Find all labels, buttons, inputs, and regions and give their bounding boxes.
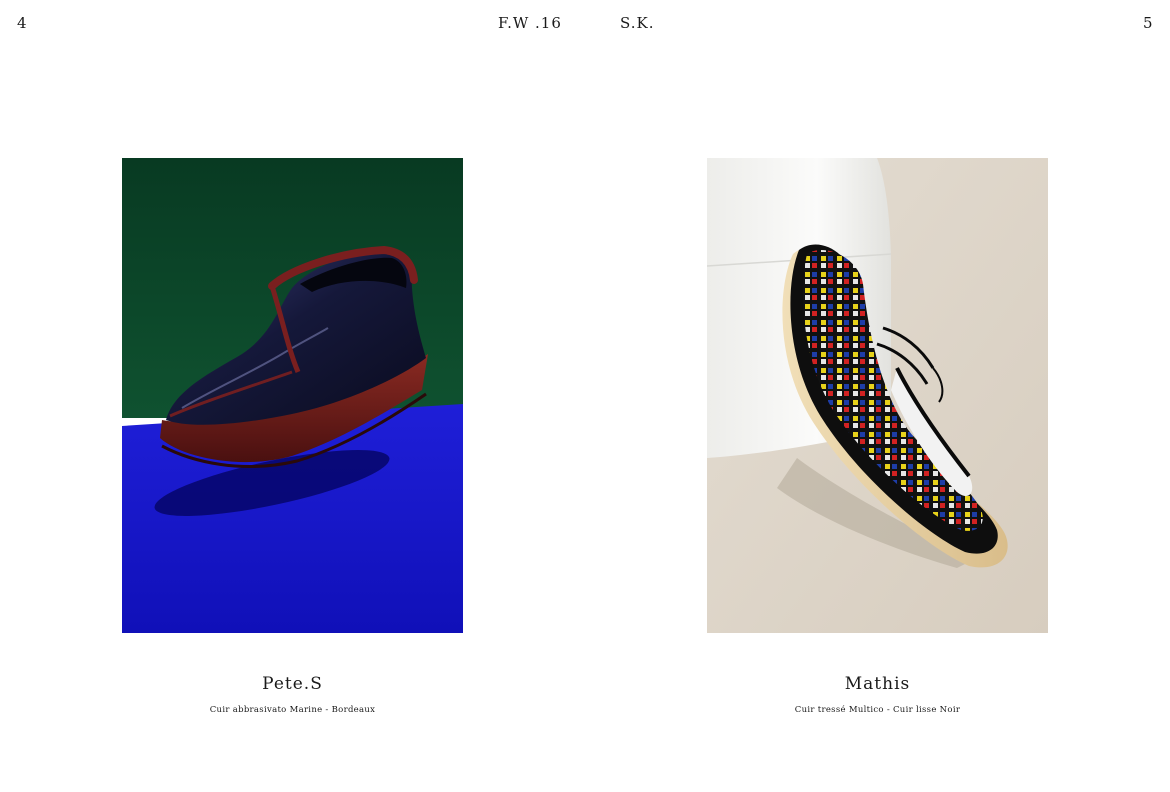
derby-shoe-photo	[707, 158, 1048, 633]
product-description: Cuir abbrasivato Marine - Bordeaux	[209, 705, 376, 715]
page-number-right: 5	[1142, 14, 1153, 32]
product-name: Pete.S	[262, 674, 323, 694]
season-label: F.W .16	[498, 14, 562, 32]
product-photo-mathis[interactable]	[707, 158, 1048, 633]
product-description: Cuir tressé Multico - Cuir lisse Noir	[794, 705, 961, 715]
caption-mathis: Mathis Cuir tressé Multico - Cuir lisse …	[707, 672, 1048, 716]
page-number-left: 4	[17, 14, 28, 32]
loafer-shoe-photo	[122, 158, 463, 633]
product-name: Mathis	[844, 674, 911, 694]
product-photo-pete-s[interactable]	[122, 158, 463, 633]
caption-pete-s: Pete.S Cuir abbrasivato Marine - Bordeau…	[122, 672, 463, 716]
brand-label: S.K.	[620, 14, 655, 32]
